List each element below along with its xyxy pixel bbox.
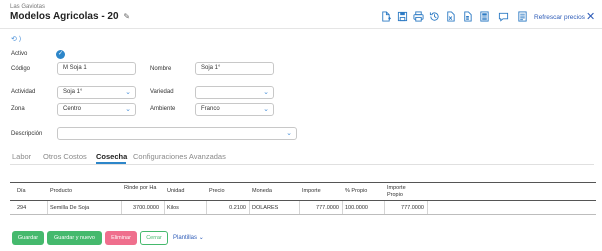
cell-divider (164, 201, 165, 214)
cell-divider (206, 201, 207, 214)
cell-divider (249, 201, 250, 214)
table-header-border (10, 200, 596, 201)
codigo-label: Código (11, 66, 31, 72)
table-cell-importe: 777.0000 (316, 205, 339, 211)
ambiente-label: Ambiente (150, 106, 176, 112)
table-bottom-border (10, 214, 596, 215)
refresh-prices-link[interactable]: Refrescar precios (534, 14, 585, 21)
comment-icon[interactable] (498, 11, 509, 22)
guardar-button[interactable]: Guardar (12, 231, 44, 245)
page-title-text: Modelos Agricolas - 20 (10, 11, 119, 22)
col-header-moneda[interactable]: Moneda (252, 188, 272, 195)
variedad-select[interactable]: ⌄ (195, 86, 274, 99)
zona-label: Zona (11, 106, 25, 112)
new-document-icon[interactable] (380, 11, 391, 22)
col-header-importe-propio[interactable]: Importe Propio (387, 185, 421, 198)
table-cell-dia: 294 (17, 205, 27, 211)
table-top-border (10, 182, 596, 183)
col-header-porcentaje-propio[interactable]: % Propio (345, 188, 367, 195)
tab-otros-costos[interactable]: Otros Costos (43, 152, 87, 161)
table-cell-rinde: 3700.0000 (133, 205, 159, 211)
cell-divider (342, 201, 343, 214)
print-icon[interactable] (413, 11, 424, 22)
col-header-dia[interactable]: Día (17, 188, 26, 195)
close-icon[interactable]: ✕ (586, 10, 595, 23)
cell-divider (121, 201, 122, 214)
ambiente-value: Franco (201, 106, 220, 112)
plantillas-dropdown[interactable]: Plantillas ⌄ (173, 234, 204, 241)
table-cell-unidad: Kilos (167, 205, 179, 211)
descripcion-select[interactable]: ⌄ (57, 127, 297, 140)
plantillas-label: Plantillas (173, 235, 198, 241)
cell-divider (384, 201, 385, 214)
cell-divider (299, 201, 300, 214)
save-icon[interactable] (397, 11, 408, 22)
chevron-down-icon: ⌄ (286, 130, 292, 137)
report-icon[interactable] (517, 11, 528, 22)
tab-labor[interactable]: Labor (12, 152, 31, 161)
activo-label: Activo (11, 51, 28, 57)
header-divider (0, 28, 602, 29)
zona-value: Centro (63, 106, 82, 112)
col-header-importe[interactable]: Importe (302, 188, 321, 195)
col-header-precio[interactable]: Precio (209, 188, 225, 195)
cell-divider (47, 201, 48, 214)
actividad-value: Soja 1° (63, 89, 83, 95)
chevron-down-icon: ⌄ (263, 106, 269, 113)
tab-configuraciones-avanzadas[interactable]: Configuraciones Avanzadas (133, 152, 226, 161)
zona-select[interactable]: Centro ⌄ (57, 103, 136, 116)
nombre-input[interactable]: Soja 1° (195, 62, 274, 75)
breadcrumb[interactable]: Las Gaviotas (10, 4, 45, 10)
table-cell-precio: 0.2100 (229, 205, 246, 211)
eliminar-button[interactable]: Eliminar (105, 231, 137, 245)
chevron-down-icon: ⌄ (125, 89, 131, 96)
codigo-input[interactable]: M Soja 1 (57, 62, 136, 75)
history-icon[interactable] (429, 11, 440, 22)
chevron-down-icon: ⌄ (125, 106, 131, 113)
cerrar-button[interactable]: Cerrar (140, 231, 168, 245)
actividad-select[interactable]: Soja 1° ⌄ (57, 86, 136, 99)
chevron-down-icon: ⌄ (198, 235, 204, 241)
chevron-down-icon: ⌄ (263, 89, 269, 96)
active-tab-indicator (96, 162, 126, 164)
excel-icon[interactable] (445, 11, 456, 22)
guardar-y-nuevo-button[interactable]: Guardar y nuevo (47, 231, 102, 245)
tabs-divider (10, 164, 594, 165)
table-cell-moneda: DOLARES (252, 205, 279, 211)
variedad-label: Variedad (150, 89, 174, 95)
activo-checkbox[interactable]: ✓ (56, 50, 65, 59)
sync-icon[interactable]: ⟲ ⟩ (11, 35, 22, 43)
page-title: Modelos Agricolas - 20 ✎ (10, 11, 130, 22)
col-header-producto[interactable]: Producto (50, 188, 72, 195)
col-header-unidad[interactable]: Unidad (167, 188, 184, 195)
nombre-label: Nombre (150, 66, 172, 72)
tab-cosecha[interactable]: Cosecha (96, 152, 127, 161)
actividad-label: Actividad (11, 89, 36, 95)
col-header-rinde[interactable]: Rinde por Ha (124, 185, 158, 192)
cell-divider (427, 201, 428, 214)
table-cell-porcentaje-propio: 100.0000 (345, 205, 368, 211)
edit-pencil-icon[interactable]: ✎ (123, 12, 130, 21)
form-icon[interactable] (479, 11, 490, 22)
table-cell-producto: Semilla De Soja (50, 205, 90, 211)
table-cell-importe-propio: 777.0000 (401, 205, 424, 211)
pdf-icon[interactable] (462, 11, 473, 22)
ambiente-select[interactable]: Franco ⌄ (195, 103, 274, 116)
descripcion-label: Descripción (11, 131, 43, 137)
